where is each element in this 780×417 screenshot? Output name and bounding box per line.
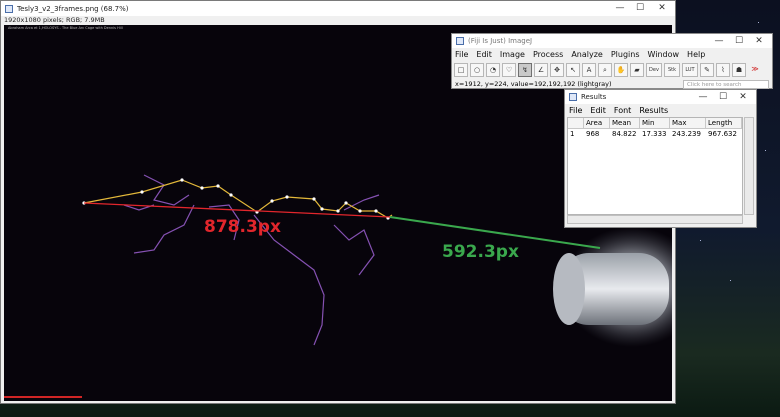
- rectangle-tool-icon[interactable]: □: [454, 63, 468, 77]
- stk-menu-button[interactable]: Stk: [664, 63, 680, 77]
- dropper-tool-icon[interactable]: ▰: [630, 63, 644, 77]
- fiji-menubar: File Edit Image Process Analyze Plugins …: [452, 48, 772, 61]
- pencil-tool-icon[interactable]: ✎: [700, 63, 714, 77]
- fiji-statusbar: x=1912, y=224, value=192,192,192 (lightg…: [452, 79, 772, 89]
- magnifier-tool-icon[interactable]: ⌕: [598, 63, 612, 77]
- menu-process[interactable]: Process: [533, 50, 563, 59]
- results-title: Results: [581, 93, 607, 101]
- cell-length: 967.632: [708, 130, 737, 138]
- freehand-tool-icon[interactable]: ♡: [502, 63, 516, 77]
- fiji-app-icon: [456, 37, 464, 45]
- menu-plugins[interactable]: Plugins: [611, 50, 640, 59]
- image-window-title: Tesly3_v2_3frames.png (68.7%): [17, 4, 129, 13]
- image-window-titlebar[interactable]: Tesly3_v2_3frames.png (68.7%) — ☐ ✕: [1, 1, 675, 16]
- vertical-scrollbar[interactable]: [744, 117, 754, 215]
- horizontal-scrollbar[interactable]: [567, 215, 743, 224]
- close-icon[interactable]: ✕: [734, 90, 752, 104]
- cell-area: 968: [586, 130, 600, 138]
- wand-tool-icon[interactable]: ↖: [566, 63, 580, 77]
- results-menu-file[interactable]: File: [569, 106, 582, 115]
- trace-vertices: [82, 178, 390, 220]
- maximize-icon[interactable]: ☐: [730, 34, 748, 48]
- results-titlebar[interactable]: Results — ☐ ✕: [565, 90, 756, 104]
- multipoint-tool-icon[interactable]: ✥: [550, 63, 564, 77]
- cell-max: 243.239: [672, 130, 701, 138]
- search-input[interactable]: Click here to search: [683, 79, 769, 89]
- results-menu-edit[interactable]: Edit: [590, 106, 606, 115]
- cell-mean: 84.822: [612, 130, 637, 138]
- maximize-icon[interactable]: ☐: [714, 90, 732, 104]
- maximize-icon[interactable]: ☐: [631, 1, 649, 16]
- more-tools-icon[interactable]: ≫: [748, 63, 762, 77]
- menu-analyze[interactable]: Analyze: [571, 50, 603, 59]
- close-icon[interactable]: ✕: [750, 34, 768, 48]
- imagej-app-icon: [5, 4, 13, 13]
- status-text: x=1912, y=224, value=192,192,192 (lightg…: [455, 80, 612, 88]
- polygon-tool-icon[interactable]: ◔: [486, 63, 500, 77]
- flood-fill-tool-icon[interactable]: ☗: [732, 63, 746, 77]
- results-menubar: File Edit Font Results: [565, 104, 756, 116]
- hand-tool-icon[interactable]: ✋: [614, 63, 628, 77]
- cell-index: 1: [570, 130, 575, 138]
- green-measure-label: 592.3px: [442, 242, 519, 262]
- results-menu-font[interactable]: Font: [614, 106, 631, 115]
- segmented-line-tool-icon[interactable]: ↯: [518, 63, 532, 77]
- angle-tool-icon[interactable]: ∠: [534, 63, 548, 77]
- results-app-icon: [569, 93, 577, 101]
- electrode-cylinder: [553, 227, 672, 347]
- menu-help[interactable]: Help: [687, 50, 705, 59]
- close-icon[interactable]: ✕: [653, 1, 671, 16]
- results-table[interactable]: Area Mean Min Max Length 1 968 84.822 17…: [567, 117, 743, 215]
- text-tool-icon[interactable]: A: [582, 63, 596, 77]
- fiji-titlebar[interactable]: (Fiji Is Just) ImageJ — ☐ ✕: [452, 34, 772, 48]
- brush-tool-icon[interactable]: ⌇: [716, 63, 730, 77]
- image-info: 1920x1080 pixels; RGB; 7.9MB: [1, 16, 675, 25]
- results-menu-results[interactable]: Results: [639, 106, 668, 115]
- results-window[interactable]: Results — ☐ ✕ File Edit Font Results Are…: [564, 89, 757, 228]
- menu-image[interactable]: Image: [500, 50, 525, 59]
- col-header-length: Length: [706, 118, 742, 129]
- cell-min: 17.333: [642, 130, 667, 138]
- col-header-area: Area: [584, 118, 610, 129]
- fiji-title: (Fiji Is Just) ImageJ: [468, 37, 533, 45]
- col-header-max: Max: [670, 118, 706, 129]
- menu-window[interactable]: Window: [648, 50, 680, 59]
- lut-menu-button[interactable]: LUT: [682, 63, 698, 77]
- fiji-toolbar: □ ○ ◔ ♡ ↯ ∠ ✥ ↖ A ⌕ ✋ ▰ Dev Stk LUT ✎ ⌇ …: [452, 61, 772, 79]
- red-measure-label: 878.3px: [204, 217, 281, 237]
- col-header-mean: Mean: [610, 118, 640, 129]
- minimize-icon[interactable]: —: [710, 34, 728, 48]
- results-header-row: Area Mean Min Max Length: [568, 118, 742, 129]
- menu-file[interactable]: File: [455, 50, 468, 59]
- minimize-icon[interactable]: —: [694, 90, 712, 104]
- traced-path: [83, 179, 393, 219]
- minimize-icon[interactable]: —: [611, 1, 629, 16]
- menu-edit[interactable]: Edit: [476, 50, 492, 59]
- dev-menu-button[interactable]: Dev: [646, 63, 662, 77]
- col-header-index: [568, 118, 584, 129]
- oval-tool-icon[interactable]: ○: [470, 63, 484, 77]
- lightning-arcs: [123, 174, 380, 346]
- table-row[interactable]: 1 968 84.822 17.333 243.239 967.632: [568, 129, 742, 140]
- col-header-min: Min: [640, 118, 670, 129]
- fiji-main-window[interactable]: (Fiji Is Just) ImageJ — ☐ ✕ File Edit Im…: [451, 33, 773, 89]
